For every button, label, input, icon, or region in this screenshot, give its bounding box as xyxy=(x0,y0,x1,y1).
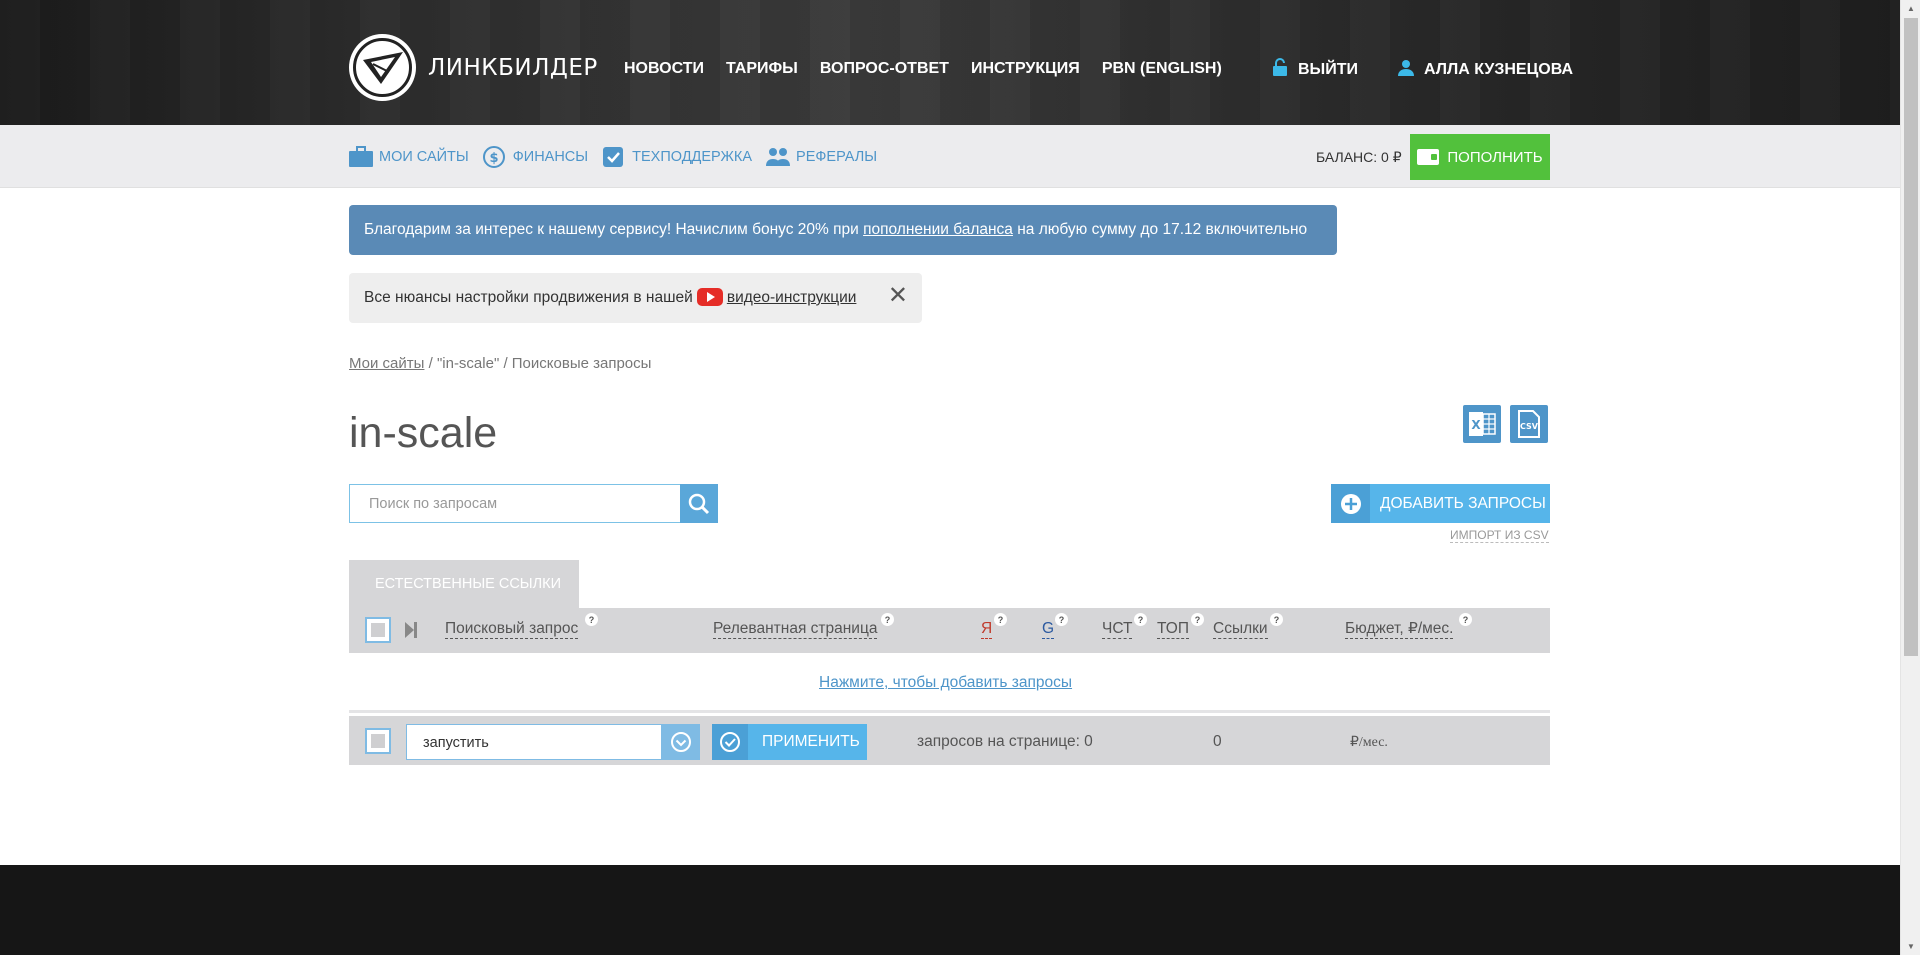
svg-text:CSV: CSV xyxy=(1520,422,1539,431)
video-instruction-link[interactable]: видео-инструкции xyxy=(727,289,857,307)
nav-news[interactable]: НОВОСТИ xyxy=(624,60,704,78)
nav-tariffs[interactable]: ТАРИФЫ xyxy=(726,60,798,78)
check-badge-icon xyxy=(602,146,624,168)
promo-banner: Благодарим за интерес к нашему сервису! … xyxy=(349,205,1337,255)
lock-open-icon xyxy=(1272,58,1288,81)
logo-icon xyxy=(349,34,416,101)
help-top[interactable]: ? xyxy=(1191,613,1204,626)
breadcrumb-rest: / "in-scale" / Поисковые запросы xyxy=(424,355,652,372)
apply-label: ПРИМЕНИТЬ xyxy=(762,733,860,750)
subnav-my-sites-label: МОИ САЙТЫ xyxy=(379,149,469,165)
import-csv-link[interactable]: ИМПОРТ ИЗ CSV xyxy=(1450,528,1549,543)
col-links[interactable]: Ссылки xyxy=(1213,620,1268,639)
promo-text: Благодарим за интерес к нашему сервису! … xyxy=(364,221,864,238)
svg-text:X: X xyxy=(1471,418,1481,432)
bulk-action-select[interactable]: запустить xyxy=(406,724,700,760)
users-icon xyxy=(766,146,791,168)
video-hint-banner: Все нюансы настройки продвижения в нашей… xyxy=(349,273,922,323)
col-budget[interactable]: Бюджет, ₽/мес. xyxy=(1345,620,1454,639)
search-bar xyxy=(349,484,718,523)
promo-text-end: на любую сумму до 17.12 включительно xyxy=(1012,221,1308,238)
dollar-icon: $ xyxy=(482,146,505,168)
help-page[interactable]: ? xyxy=(881,613,894,626)
skip-end-icon[interactable] xyxy=(405,622,417,638)
help-budget[interactable]: ? xyxy=(1459,613,1472,626)
wallet-icon xyxy=(1417,149,1440,165)
nav-pbn[interactable]: PBN (ENGLISH) xyxy=(1102,60,1222,78)
table-header: Поисковый запрос ? Релевантная страница … xyxy=(349,608,1550,653)
user-profile-link[interactable]: АЛЛА КУЗНЕЦОВА xyxy=(1398,59,1594,81)
subnav-referrals[interactable]: РЕФЕРАЛЫ xyxy=(766,146,877,168)
csv-icon[interactable]: CSV xyxy=(1510,405,1548,443)
logo-text: ЛИНКБИЛДЕР xyxy=(428,54,598,81)
chevron-down-circle-icon[interactable] xyxy=(662,724,700,760)
plus-circle-icon xyxy=(1331,484,1370,523)
help-yandex[interactable]: ? xyxy=(994,613,1007,626)
topup-button[interactable]: ПОПОЛНИТЬ xyxy=(1410,134,1550,180)
user-area: ВЫЙТИ АЛЛА КУЗНЕЦОВА xyxy=(1272,58,1594,81)
topup-label: ПОПОЛНИТЬ xyxy=(1447,148,1543,166)
breadcrumb: Мои сайты / "in-scale" / Поисковые запро… xyxy=(349,355,651,372)
subnav-my-sites[interactable]: МОИ САЙТЫ xyxy=(349,146,469,168)
budget-total: ₽/мес. xyxy=(1350,735,1388,750)
help-google[interactable]: ? xyxy=(1055,613,1068,626)
page-title: in-scale xyxy=(349,409,498,457)
col-freq[interactable]: ЧСТ xyxy=(1102,620,1133,639)
select-all-checkbox[interactable] xyxy=(365,617,391,643)
svg-text:$: $ xyxy=(489,151,498,166)
logout-label: ВЫЙТИ xyxy=(1298,60,1358,78)
excel-icon[interactable]: X xyxy=(1463,405,1501,443)
promo-topup-link[interactable]: пополнении баланса xyxy=(863,221,1013,238)
main-nav: НОВОСТИ ТАРИФЫ ВОПРОС-ОТВЕТ ИНСТРУКЦИЯ P… xyxy=(624,60,1222,78)
subnav-support[interactable]: ТЕХПОДДЕРЖКА xyxy=(602,146,752,168)
youtube-icon xyxy=(696,288,723,306)
export-buttons: X CSV xyxy=(1463,405,1548,443)
video-hint-text: Все нюансы настройки продвижения в нашей xyxy=(364,289,693,306)
col-google[interactable]: G xyxy=(1042,620,1055,639)
footer-select-all-checkbox[interactable] xyxy=(365,728,391,754)
balance: БАЛАНС: 0 ₽ xyxy=(1316,149,1402,165)
subnav-referrals-label: РЕФЕРАЛЫ xyxy=(796,149,878,165)
add-queries-label: ДОБАВИТЬ ЗАПРОСЫ xyxy=(1380,494,1546,512)
help-query[interactable]: ? xyxy=(585,613,598,626)
col-top[interactable]: ТОП xyxy=(1157,620,1189,639)
links-total: 0 xyxy=(1213,733,1222,750)
col-yandex[interactable]: Я xyxy=(981,620,993,639)
search-input[interactable] xyxy=(349,484,680,523)
search-button[interactable] xyxy=(680,484,718,523)
logout-link[interactable]: ВЫЙТИ xyxy=(1272,58,1358,81)
close-icon[interactable]: ✕ xyxy=(888,284,908,308)
check-circle-icon xyxy=(712,724,748,760)
page-footer xyxy=(0,865,1900,955)
add-queries-link[interactable]: Нажмите, чтобы добавить запросы xyxy=(819,674,1072,692)
help-links[interactable]: ? xyxy=(1270,613,1283,626)
subnav-finance-label: ФИНАНСЫ xyxy=(512,149,589,165)
nav-instruction[interactable]: ИНСТРУКЦИЯ xyxy=(971,60,1080,78)
col-query[interactable]: Поисковый запрос xyxy=(445,620,579,639)
add-queries-button[interactable]: ДОБАВИТЬ ЗАПРОСЫ xyxy=(1331,484,1550,523)
sub-nav: МОИ САЙТЫ $ ФИНАНСЫ ТЕХПОДДЕРЖКА РЕФЕРАЛ… xyxy=(0,125,1900,188)
subnav-finance[interactable]: $ ФИНАНСЫ xyxy=(482,146,589,168)
per-page-count: запросов на странице: 0 xyxy=(917,733,1093,750)
briefcase-icon xyxy=(349,146,373,168)
col-page[interactable]: Релевантная страница xyxy=(713,620,878,639)
top-header: ЛИНКБИЛДЕР НОВОСТИ ТАРИФЫ ВОПРОС-ОТВЕТ И… xyxy=(0,0,1900,125)
subnav-support-label: ТЕХПОДДЕРЖКА xyxy=(632,149,753,165)
apply-button[interactable]: ПРИМЕНИТЬ xyxy=(712,724,867,760)
scroll-down-arrow[interactable]: ▼ xyxy=(1901,938,1920,955)
user-icon xyxy=(1398,59,1414,81)
user-name: АЛЛА КУЗНЕЦОВА xyxy=(1424,60,1574,78)
search-icon xyxy=(688,493,710,514)
bulk-action-value: запустить xyxy=(406,724,662,760)
table-footer: запустить ПРИМЕНИТЬ запросов на странице… xyxy=(349,716,1550,765)
help-freq[interactable]: ? xyxy=(1134,613,1147,626)
nav-faq[interactable]: ВОПРОС-ОТВЕТ xyxy=(820,60,949,78)
logo[interactable]: ЛИНКБИЛДЕР xyxy=(349,34,598,101)
breadcrumb-my-sites[interactable]: Мои сайты xyxy=(349,355,424,372)
scroll-up-arrow[interactable]: ▲ xyxy=(1901,0,1920,17)
empty-table-row: Нажмите, чтобы добавить запросы xyxy=(349,653,1550,713)
scrollbar[interactable]: ▲ ▼ xyxy=(1900,0,1920,955)
tab-natural-links[interactable]: ЕСТЕСТВЕННЫЕ ССЫЛКИ xyxy=(349,560,579,608)
scrollbar-thumb[interactable] xyxy=(1904,18,1918,656)
